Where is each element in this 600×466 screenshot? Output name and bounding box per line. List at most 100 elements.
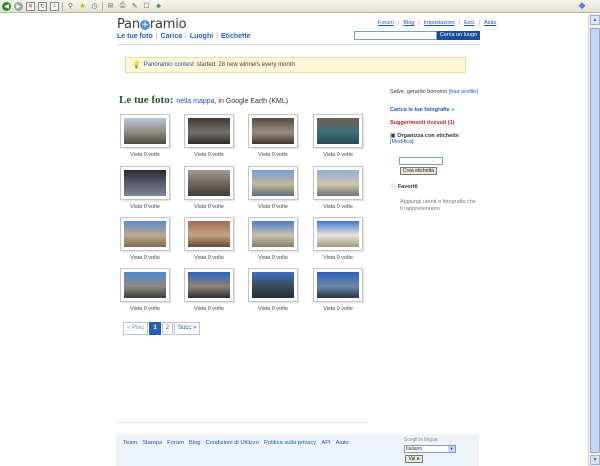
- map-view-link[interactable]: nella mappa: [176, 98, 214, 105]
- link-separator: |: [397, 20, 400, 26]
- upload-photos-link[interactable]: Carica le tue fotografie »: [390, 107, 454, 113]
- photo-thumbnail[interactable]: [313, 166, 363, 200]
- nav-separator: |: [216, 33, 218, 40]
- footer-link-privacy[interactable]: Politica sulla privacy: [264, 440, 316, 446]
- nav-upload[interactable]: Carica: [161, 33, 182, 40]
- scroll-up-icon[interactable]: ▲: [590, 15, 600, 25]
- footer-link-terms[interactable]: Condizioni di Utilizzo: [206, 440, 259, 446]
- photo-views-caption: Vista 0 volte: [323, 204, 353, 210]
- photo-views-caption: Vista 0 volte: [323, 255, 353, 261]
- photo-thumbnail[interactable]: [120, 166, 170, 200]
- messenger-icon[interactable]: ♣: [154, 2, 163, 11]
- place-search-input[interactable]: [354, 31, 437, 40]
- photo-views-caption: Vista 0 volte: [323, 152, 353, 158]
- nav-my-photos[interactable]: Le tue foto: [117, 33, 153, 40]
- back-arrow-icon[interactable]: ◀: [2, 1, 11, 11]
- top-link-settings[interactable]: Impostazioni: [424, 20, 455, 26]
- edit-tags-link[interactable]: [Modifica]: [390, 139, 414, 145]
- toolbar-separator: [102, 1, 103, 11]
- photo-image: [252, 221, 294, 247]
- footer-link-blog[interactable]: Blog: [189, 440, 201, 446]
- footer-link-api[interactable]: API: [321, 440, 330, 446]
- photo-thumbnail[interactable]: [313, 114, 363, 148]
- star-icon: ☆: [390, 183, 397, 190]
- footer-divider: [116, 422, 368, 423]
- print-icon[interactable]: ⎙: [118, 2, 127, 11]
- page-title-text: Le tue foto:: [119, 94, 174, 106]
- photo-thumbnail[interactable]: [184, 217, 234, 251]
- language-label: Scegli la lingua: [404, 437, 438, 443]
- photo-views-caption: Vista 0 volte: [130, 306, 160, 312]
- new-tag-input[interactable]: [399, 157, 443, 165]
- photo-views-caption: Vista 0 volte: [130, 255, 160, 261]
- forward-arrow-icon[interactable]: ▶: [14, 1, 23, 11]
- scroll-down-icon[interactable]: ▼: [590, 455, 600, 465]
- view-options: nella mappa, in Google Earth (KML): [176, 98, 288, 105]
- page-2-button[interactable]: 2: [161, 322, 174, 335]
- photo-thumbnail[interactable]: [248, 114, 298, 148]
- favorites-section: ☆ Favoriti: [390, 182, 480, 190]
- nav-places[interactable]: Luoghi: [190, 33, 213, 40]
- windows-logo-icon: ❖: [577, 1, 587, 11]
- edit-icon[interactable]: ✎: [130, 2, 139, 11]
- photo-thumbnail[interactable]: [120, 217, 170, 251]
- page-title: Le tue foto: nella mappa, in Google Eart…: [119, 94, 288, 106]
- refresh-icon[interactable]: ↻: [38, 1, 47, 11]
- scrollbar[interactable]: ▲ ▼: [588, 14, 600, 466]
- photo-views-caption: Vista 0 volte: [194, 306, 224, 312]
- photo-thumbnail[interactable]: [248, 166, 298, 200]
- footer-link-help[interactable]: Aiuto: [336, 440, 349, 446]
- discuss-icon[interactable]: ☐: [142, 2, 151, 11]
- favorites-text: Aggiungi utenti o fotografie che ti rapp…: [400, 199, 476, 212]
- top-link-forum[interactable]: Forum: [378, 20, 394, 26]
- home-icon[interactable]: ⌂: [50, 1, 59, 11]
- panoramio-logo[interactable]: Pan+ramio: [117, 17, 187, 32]
- footer-link-forum[interactable]: Forum: [167, 440, 184, 446]
- photo-thumbnail[interactable]: [184, 268, 234, 302]
- chevron-down-icon[interactable]: ▼: [448, 446, 455, 452]
- photo-image: [188, 170, 230, 196]
- history-icon[interactable]: ◷: [90, 2, 99, 11]
- photo-views-caption: Vista 0 volte: [258, 204, 288, 210]
- footer-link-press[interactable]: Stampa: [142, 440, 162, 446]
- nav-tags[interactable]: Etichette: [221, 33, 251, 40]
- contest-link[interactable]: Panoramio contest: [144, 62, 194, 68]
- mail-icon[interactable]: ✉: [106, 2, 115, 11]
- place-search-button[interactable]: Cerca un luogo: [437, 31, 480, 40]
- next-page-button[interactable]: Succ »: [174, 322, 201, 335]
- contest-notice: 💡 Panoramio contest started. 28 new winn…: [125, 57, 466, 73]
- tour-profile-link[interactable]: [tour profile]: [449, 89, 478, 95]
- photo-thumbnail[interactable]: [313, 217, 363, 251]
- header-divider: [117, 44, 480, 45]
- search-icon[interactable]: ⚲: [66, 2, 75, 11]
- photo-image: [188, 221, 230, 247]
- top-link-blog[interactable]: Blog: [403, 20, 414, 26]
- language-value: Italiano: [406, 446, 423, 452]
- main-nav: Le tue foto | Carica | Luoghi | Etichette: [117, 33, 251, 40]
- top-link-logout[interactable]: Esci: [464, 20, 474, 26]
- photo-thumbnail[interactable]: [248, 217, 298, 251]
- top-links: Forum | Blog | Impostazioni | Esci | Aiuto: [378, 20, 496, 26]
- photo-thumbnail[interactable]: [313, 268, 363, 302]
- create-tag-button[interactable]: Crea etichetta: [400, 167, 437, 175]
- photo-thumbnail[interactable]: [184, 166, 234, 200]
- photo-views-caption: Vista 0 volte: [258, 152, 288, 158]
- photo-thumbnail[interactable]: [120, 114, 170, 148]
- link-separator: |: [458, 20, 461, 26]
- favorites-title: Favoriti: [397, 184, 418, 190]
- language-go-button[interactable]: Vai a: [405, 455, 423, 463]
- scroll-thumb[interactable]: [590, 28, 600, 453]
- photo-thumbnail[interactable]: [248, 268, 298, 302]
- stop-icon[interactable]: ✕: [26, 1, 35, 11]
- language-select[interactable]: Italiano ▼: [404, 445, 456, 453]
- photo-thumbnail[interactable]: [184, 114, 234, 148]
- photo-thumbnail[interactable]: [120, 268, 170, 302]
- favorites-star-icon[interactable]: ★: [78, 2, 87, 11]
- photo-views-caption: Vista 0 volte: [130, 204, 160, 210]
- photo-views-caption: Vista 0 volte: [194, 255, 224, 261]
- photo-views-caption: Vista 0 volte: [194, 204, 224, 210]
- suggestions-link[interactable]: Suggerimenti ricevuti (1): [390, 120, 455, 126]
- top-link-help[interactable]: Aiuto: [484, 20, 497, 26]
- contest-text: started. 28 new winners every month: [196, 62, 295, 68]
- footer-link-team[interactable]: Team: [123, 440, 137, 446]
